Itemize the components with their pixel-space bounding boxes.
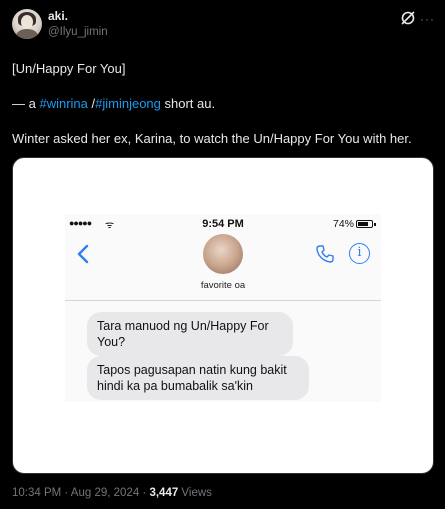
- message-bubble: Tapos pagusapan natin kung bakit hindi k…: [87, 356, 309, 400]
- phone-icon: [316, 245, 334, 263]
- header-divider: [65, 300, 381, 301]
- post-title-line: [Un/Happy For You]: [12, 61, 126, 76]
- post-meta: 10:34 PM · Aug 29, 2024 · 3,447 Views: [12, 487, 212, 499]
- back-icon: [77, 244, 89, 264]
- post-media-image[interactable]: ●●●●● ᯤ 9:54 PM 74% favorite oa i Tara m…: [12, 157, 434, 474]
- battery-percentage: 74%: [333, 218, 355, 230]
- info-icon: i: [349, 243, 370, 264]
- battery-icon: [356, 220, 373, 228]
- author-avatar[interactable]: [12, 9, 42, 39]
- post-body-line: Winter asked her ex, Karina, to watch th…: [12, 131, 412, 146]
- hashtag-winrina[interactable]: #winrina: [39, 96, 87, 111]
- post-timestamp[interactable]: 10:34 PM · Aug 29, 2024 ·: [12, 487, 149, 499]
- views-count: 3,447: [149, 487, 179, 499]
- author-handle[interactable]: @Ilyu_jimin: [48, 26, 108, 38]
- ios-statusbar: ●●●●● ᯤ 9:54 PM 74%: [65, 218, 381, 232]
- avatar-face: [21, 15, 33, 29]
- contact-avatar: [203, 234, 243, 274]
- more-icon[interactable]: ···: [420, 12, 435, 26]
- avatar-body: [16, 29, 38, 39]
- line2-prefix: — a: [12, 96, 40, 111]
- message-bubble: Tara manuod ng Un/Happy For You?: [87, 312, 293, 356]
- post-header: aki. @Ilyu_jimin ···: [12, 9, 435, 45]
- views-label: Views: [178, 487, 212, 499]
- contact-name: favorite oa: [200, 280, 246, 291]
- line2-suffix: short au.: [160, 96, 216, 111]
- post-hashtag-line: — a #winrina /#jiminjeong short au.: [12, 96, 215, 111]
- battery-tip: [374, 223, 376, 226]
- author-name[interactable]: aki.: [48, 9, 68, 23]
- hashtag-jiminjeong[interactable]: #jiminjeong: [95, 96, 161, 111]
- grok-icon[interactable]: [400, 10, 416, 26]
- imessage-screenshot: ●●●●● ᯤ 9:54 PM 74% favorite oa i Tara m…: [65, 214, 381, 402]
